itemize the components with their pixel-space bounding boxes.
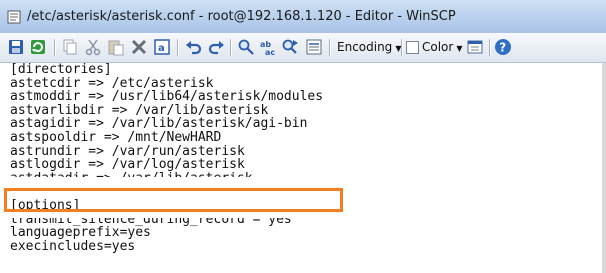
find-icon[interactable] bbox=[237, 38, 255, 56]
help-icon[interactable]: ? bbox=[494, 38, 512, 56]
code-line: [directories] bbox=[10, 62, 112, 77]
svg-text:a: a bbox=[158, 43, 165, 54]
highlight-mask-bottom bbox=[4, 211, 343, 218]
toolbar-separator bbox=[230, 39, 231, 56]
text-editor[interactable]: [directories] astetcdir => /etc/asterisk a… bbox=[0, 63, 606, 273]
toolbar-separator bbox=[54, 39, 55, 56]
toolbar-separator bbox=[177, 39, 178, 56]
toolbar-separator bbox=[401, 39, 402, 56]
code-line: execincludes=yes bbox=[10, 238, 136, 254]
code-line: astmoddir => /usr/lib64/asterisk/modules bbox=[10, 89, 324, 105]
paste-icon[interactable] bbox=[107, 38, 125, 56]
select-all-icon[interactable]: a bbox=[153, 38, 171, 56]
encoding-dropdown[interactable]: Encoding ▼ bbox=[337, 40, 401, 54]
save-icon[interactable] bbox=[7, 38, 25, 56]
code-line: astspooldir => /mnt/NewHARD bbox=[10, 129, 222, 145]
code-line: languageprefix=yes bbox=[10, 225, 151, 241]
title-bar[interactable]: /etc/asterisk/asterisk.conf - root@192.1… bbox=[0, 0, 606, 34]
undo-icon[interactable] bbox=[185, 38, 203, 56]
encoding-label: Encoding bbox=[337, 40, 393, 54]
highlight-box bbox=[4, 188, 343, 212]
color-label: Color bbox=[422, 40, 454, 54]
file-content[interactable]: [directories] astetcdir => /etc/asterisk a… bbox=[10, 63, 323, 253]
code-line: astvarlibdir => /var/lib/asterisk bbox=[10, 102, 269, 118]
window-title: /etc/asterisk/asterisk.conf - root@192.1… bbox=[27, 9, 456, 24]
svg-text:?: ? bbox=[499, 41, 506, 55]
chevron-down-icon: ▼ bbox=[456, 44, 463, 53]
reload-icon[interactable] bbox=[29, 38, 47, 56]
code-line: astetcdir => /etc/asterisk bbox=[10, 75, 214, 91]
code-line: astrundir => /var/run/asterisk bbox=[10, 143, 245, 159]
editor-toolbar: a ab ac Encoding ▼ Color ▼ ? bbox=[0, 33, 606, 63]
find-next-icon[interactable] bbox=[281, 38, 299, 56]
color-swatch-icon[interactable] bbox=[406, 41, 419, 54]
redo-icon[interactable] bbox=[207, 38, 225, 56]
svg-text:ac: ac bbox=[265, 48, 275, 56]
toolbar-separator bbox=[489, 39, 490, 56]
replace-icon[interactable]: ab ac bbox=[259, 38, 277, 56]
vertical-scrollbar[interactable] bbox=[602, 63, 606, 273]
winscp-editor-icon bbox=[7, 10, 21, 24]
copy-icon[interactable] bbox=[61, 38, 79, 56]
color-dropdown[interactable]: Color ▼ bbox=[422, 40, 463, 54]
delete-icon[interactable] bbox=[130, 38, 148, 56]
preferences-icon[interactable] bbox=[466, 38, 484, 56]
editor-window: /etc/asterisk/asterisk.conf - root@192.1… bbox=[0, 0, 606, 273]
go-to-line-icon[interactable] bbox=[305, 38, 323, 56]
code-line: astagidir => /var/lib/asterisk/agi-bin bbox=[10, 116, 308, 132]
cut-icon[interactable] bbox=[84, 38, 102, 56]
code-line: astlogdir => /var/log/asterisk bbox=[10, 157, 245, 173]
toolbar-separator bbox=[329, 39, 330, 56]
